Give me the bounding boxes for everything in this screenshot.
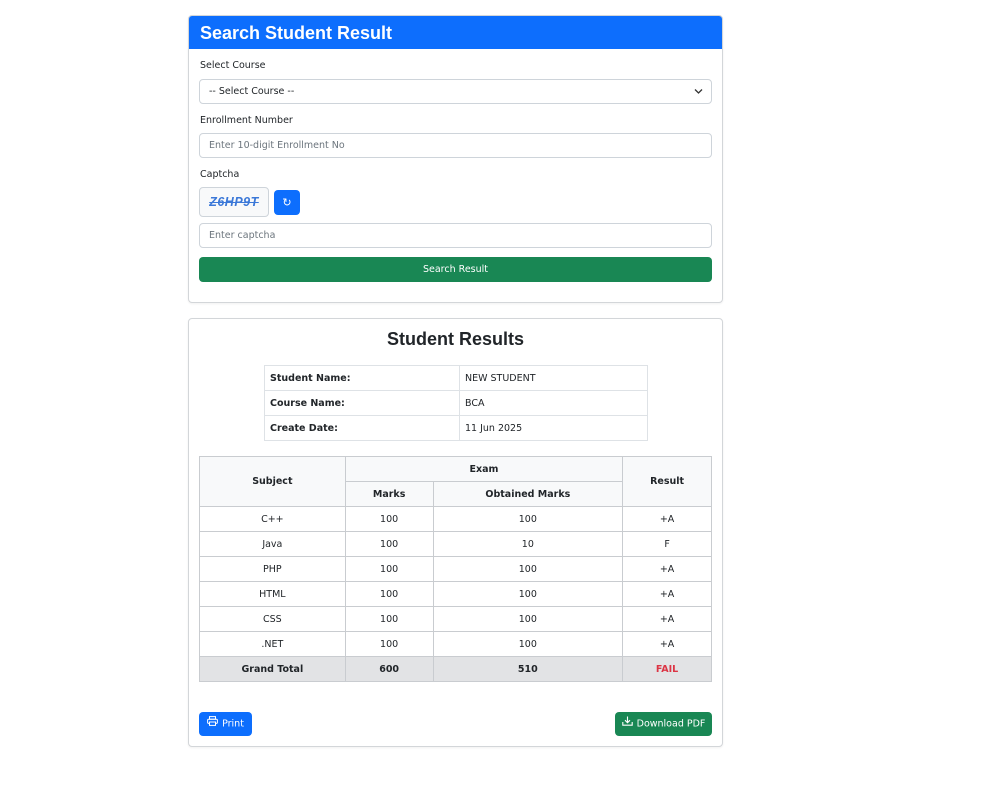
info-row: Create Date: 11 Jun 2025 <box>264 415 648 441</box>
results-title: Student Results <box>386 329 524 349</box>
search-card: Search Student Result Select Course -- S… <box>188 15 723 303</box>
refresh-captcha-button[interactable]: ↻ <box>274 190 300 215</box>
result-header: Result <box>622 456 712 507</box>
result-cell: +A <box>622 606 712 632</box>
table-row: .NET 100 100 +A <box>199 631 712 657</box>
course-select-value: -- Select Course -- <box>209 86 295 97</box>
download-pdf-label: Download PDF <box>636 718 706 730</box>
info-value: NEW STUDENT <box>459 365 648 391</box>
marks-cell: 100 <box>344 556 434 582</box>
search-result-button[interactable]: Search Result <box>199 257 712 282</box>
marks-header: Marks <box>344 481 434 507</box>
subject-cell: CSS <box>199 606 346 632</box>
result-cell: +A <box>622 631 712 657</box>
obtained-header: Obtained Marks <box>432 481 624 507</box>
info-row: Course Name: BCA <box>264 390 648 416</box>
course-label: Select Course <box>200 60 266 71</box>
marks-cell: 100 <box>344 631 434 657</box>
chevron-down-icon <box>694 80 703 112</box>
info-value: 11 Jun 2025 <box>459 415 648 441</box>
enrollment-input[interactable]: Enter 10-digit Enrollment No <box>199 133 712 158</box>
captcha-image: Z6HP9T <box>199 187 269 217</box>
subject-cell: C++ <box>199 506 346 532</box>
marks-cell: 100 <box>344 506 434 532</box>
obtained-cell: 100 <box>432 556 624 582</box>
download-pdf-button[interactable]: Download PDF <box>615 712 712 736</box>
search-card-title: Search Student Result <box>189 16 722 49</box>
subject-cell: .NET <box>199 631 346 657</box>
table-row: HTML 100 100 +A <box>199 581 712 607</box>
result-cell: +A <box>622 506 712 532</box>
grand-total-row: Grand Total 600 510 FAIL <box>199 656 712 682</box>
student-info-table: Student Name: NEW STUDENT Course Name: B… <box>264 365 648 441</box>
captcha-label: Captcha <box>200 169 240 180</box>
subject-cell: HTML <box>199 581 346 607</box>
obtained-cell: 10 <box>432 531 624 557</box>
subject-header: Subject <box>199 456 346 507</box>
marks-cell: 100 <box>344 606 434 632</box>
marks-cell: 100 <box>344 581 434 607</box>
marks-cell: 100 <box>344 531 434 557</box>
table-row: CSS 100 100 +A <box>199 606 712 632</box>
exam-header: Exam <box>344 456 624 482</box>
info-value: BCA <box>459 390 648 416</box>
printer-icon <box>207 712 218 736</box>
table-row: PHP 100 100 +A <box>199 556 712 582</box>
result-cell: +A <box>622 581 712 607</box>
enrollment-label: Enrollment Number <box>200 115 293 126</box>
obtained-cell: 100 <box>432 606 624 632</box>
results-card: Student Results Student Name: NEW STUDEN… <box>188 318 723 747</box>
download-icon <box>621 712 633 736</box>
info-key: Student Name: <box>264 365 460 391</box>
result-cell: +A <box>622 556 712 582</box>
info-row: Student Name: NEW STUDENT <box>264 365 648 391</box>
info-key: Course Name: <box>264 390 460 416</box>
subject-cell: PHP <box>199 556 346 582</box>
subject-cell: Java <box>199 531 346 557</box>
obtained-cell: 100 <box>432 581 624 607</box>
print-button[interactable]: Print <box>199 712 252 736</box>
obtained-cell: 100 <box>432 506 624 532</box>
print-label: Print <box>222 718 244 730</box>
total-obtained: 510 <box>432 656 624 682</box>
total-result: FAIL <box>622 656 712 682</box>
total-marks: 600 <box>344 656 434 682</box>
captcha-input[interactable]: Enter captcha <box>199 223 712 248</box>
refresh-icon: ↻ <box>282 196 292 209</box>
captcha-placeholder: Enter captcha <box>209 230 276 241</box>
marks-table: Subject Exam Result Marks Obtained Marks… <box>199 456 712 682</box>
table-row: Java 100 10 F <box>199 531 712 557</box>
result-cell: F <box>622 531 712 557</box>
course-select[interactable]: -- Select Course -- <box>199 79 712 104</box>
total-label: Grand Total <box>199 656 346 682</box>
enrollment-placeholder: Enter 10-digit Enrollment No <box>209 140 345 151</box>
info-key: Create Date: <box>264 415 460 441</box>
table-row: C++ 100 100 +A <box>199 506 712 532</box>
obtained-cell: 100 <box>432 631 624 657</box>
